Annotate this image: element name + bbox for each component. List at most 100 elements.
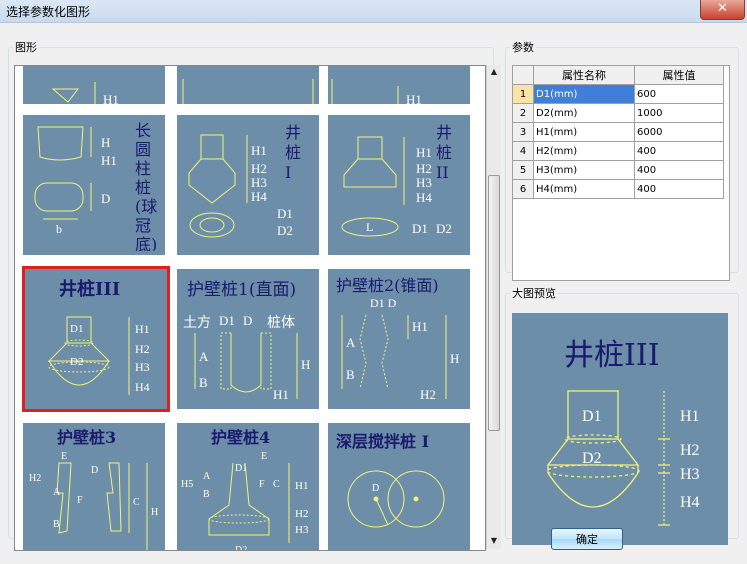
row-index: 4 bbox=[512, 141, 534, 161]
well-pile-1-h4-label: H4 bbox=[251, 189, 267, 204]
param-name[interactable]: H1(mm) bbox=[533, 122, 635, 142]
params-header-row: 属性名称 属性值 bbox=[512, 65, 724, 85]
name-column-header[interactable]: 属性名称 bbox=[533, 65, 635, 85]
well-pile-2-h2-label: H2 bbox=[416, 161, 432, 176]
table-row[interactable]: 3 H1(mm) 6000 bbox=[512, 122, 724, 142]
retaining-pile-3-b-label: B bbox=[53, 519, 60, 530]
close-button[interactable]: ✕ bbox=[700, 0, 745, 20]
scroll-thumb[interactable] bbox=[488, 175, 500, 431]
retaining-pile-4-a-label: A bbox=[203, 471, 211, 482]
param-value[interactable]: 400 bbox=[634, 179, 724, 199]
well-pile-1-d2-label: D2 bbox=[277, 223, 293, 238]
shape-tile-1[interactable]: H1 bbox=[23, 66, 165, 104]
retaining-pile-2-b-label: B bbox=[346, 367, 355, 382]
retaining-pile-1-a-label: A bbox=[199, 349, 209, 364]
long-round-pile-drawing: H H1 D b 长圆柱桩(球冠底) bbox=[34, 121, 158, 251]
long-round-pile-title: 长圆柱桩(球冠底) bbox=[135, 121, 158, 251]
scroll-up-icon[interactable]: ▲ bbox=[487, 65, 501, 79]
preview-d1-label: D1 bbox=[582, 408, 602, 425]
param-value[interactable]: 400 bbox=[634, 160, 724, 180]
preview-h4-label: H4 bbox=[680, 494, 700, 511]
retaining-pile-3-f-label: F bbox=[77, 495, 83, 506]
well-pile-3-d1-label: D1 bbox=[70, 323, 83, 335]
table-row[interactable]: 5 H3(mm) 400 bbox=[512, 160, 724, 180]
well-pile-2-title: 井桩II bbox=[436, 123, 453, 182]
shape-1-h1-label: H1 bbox=[103, 92, 119, 104]
param-name[interactable]: H3(mm) bbox=[533, 160, 635, 180]
retaining-pile-4-e-label: E bbox=[261, 451, 267, 462]
retaining-pile-1-title: 护壁桩1(直面) bbox=[187, 280, 296, 300]
preview-h2-label: H2 bbox=[680, 442, 700, 459]
retaining-pile-1-b-label: B bbox=[199, 375, 208, 390]
shape-tile-long-round-pile[interactable]: H H1 D b 长圆柱桩(球冠底) bbox=[23, 115, 165, 255]
retaining-pile-4-title: 护壁桩4 bbox=[211, 428, 270, 447]
retaining-pile-3-e-label: E bbox=[61, 451, 67, 462]
shape-tile-deep-mixing-pile-1[interactable]: 深层搅拌桩 I D bbox=[328, 423, 470, 550]
param-value[interactable]: 1000 bbox=[634, 103, 724, 123]
param-name[interactable]: H2(mm) bbox=[533, 141, 635, 161]
retaining-pile-2-drawing: 护壁桩2(锥面) D1 D A B H1 H H2 bbox=[336, 276, 459, 402]
params-group: 参数 属性名称 属性值 1 D1(mm) 600 2 D2(mm) 1000 3… bbox=[505, 39, 739, 281]
shape-tile-retaining-pile-2[interactable]: 护壁桩2(锥面) D1 D A B H1 H H2 bbox=[328, 269, 470, 409]
param-name[interactable]: D2(mm) bbox=[533, 103, 635, 123]
shape-tile-retaining-pile-1[interactable]: 护壁桩1(直面) 土方 D1 D 桩体 A B H H1 bbox=[177, 269, 319, 409]
table-row[interactable]: 6 H4(mm) 400 bbox=[512, 179, 724, 199]
row-index: 5 bbox=[512, 160, 534, 180]
well-pile-2-drawing: H1 H2 H3 H4 L D1 D2 井桩II bbox=[341, 123, 453, 237]
retaining-pile-4-h3-label: H3 bbox=[295, 524, 309, 536]
long-round-pile-b-label: b bbox=[56, 222, 62, 236]
retaining-pile-1-h1-label: H1 bbox=[273, 387, 289, 402]
ok-button[interactable]: 确定 bbox=[551, 528, 623, 550]
well-pile-3-h1-label: H1 bbox=[135, 322, 150, 336]
shape-tile-well-pile-3[interactable]: 井桩III D1 D2 H1 H2 H3 H4 bbox=[22, 266, 170, 412]
param-name[interactable]: D1(mm) bbox=[533, 84, 635, 104]
retaining-pile-4-f-label: F bbox=[259, 479, 265, 490]
shape-tile-retaining-pile-4[interactable]: 护壁桩4 H5 A B D1 E F C H1 H2 H3 D2 bbox=[177, 423, 319, 551]
well-pile-2-h4-label: H4 bbox=[416, 190, 432, 205]
retaining-pile-3-h-label: H bbox=[151, 507, 158, 518]
scroll-down-icon[interactable]: ▼ bbox=[487, 534, 501, 548]
retaining-pile-3-c-label: C bbox=[133, 497, 140, 508]
deep-mixing-pile-1-d-label: D bbox=[372, 483, 379, 494]
shape-1-drawing: H1 bbox=[51, 82, 119, 104]
retaining-pile-3-a-label: A bbox=[53, 487, 61, 498]
value-column-header[interactable]: 属性值 bbox=[634, 65, 724, 85]
row-index-header bbox=[512, 65, 534, 85]
table-row[interactable]: 4 H2(mm) 400 bbox=[512, 141, 724, 161]
shape-tile-well-pile-2[interactable]: H1 H2 H3 H4 L D1 D2 井桩II bbox=[328, 115, 470, 255]
param-value[interactable]: 400 bbox=[634, 141, 724, 161]
close-icon: ✕ bbox=[717, 1, 728, 16]
params-grid-frame: 属性名称 属性值 1 D1(mm) 600 2 D2(mm) 1000 3 H1… bbox=[512, 65, 730, 281]
gallery-scrollbar[interactable]: ▲ ▼ bbox=[486, 65, 501, 549]
long-round-pile-d-label: D bbox=[101, 191, 110, 206]
shapes-group-label: 图形 bbox=[15, 41, 37, 54]
well-pile-3-h4-label: H4 bbox=[135, 380, 150, 394]
shape-tile-2[interactable] bbox=[177, 66, 319, 104]
shape-tile-3[interactable]: H1 bbox=[328, 66, 470, 104]
shape-tile-retaining-pile-3[interactable]: 护壁桩3 E D H2 A F C H B bbox=[23, 423, 165, 550]
retaining-pile-1-d1-label: D1 bbox=[219, 313, 235, 328]
shape-tile-well-pile-1[interactable]: H1 H2 H3 H4 D1 D2 井桩I bbox=[177, 115, 319, 255]
retaining-pile-3-d-label: D bbox=[91, 465, 98, 476]
well-pile-3-drawing: 井桩III D1 D2 H1 H2 H3 H4 bbox=[47, 278, 150, 395]
retaining-pile-2-h-label: H bbox=[450, 351, 459, 366]
table-row[interactable]: 2 D2(mm) 1000 bbox=[512, 103, 724, 123]
shape-3-h1-label: H1 bbox=[406, 92, 422, 104]
param-value[interactable]: 600 bbox=[634, 84, 724, 104]
retaining-pile-1-h-label: H bbox=[301, 357, 310, 372]
retaining-pile-4-d2-label: D2 bbox=[235, 545, 247, 551]
param-value[interactable]: 6000 bbox=[634, 122, 724, 142]
deep-mixing-pile-1-title: 深层搅拌桩 I bbox=[336, 432, 429, 451]
well-pile-2-h1-label: H1 bbox=[416, 145, 432, 160]
shape-3-drawing: H1 bbox=[331, 79, 422, 104]
row-index: 1 bbox=[512, 84, 534, 104]
preview-h1-label: H1 bbox=[680, 408, 700, 425]
shape-gallery: H1 H1 H H1 D b 长圆柱桩(球冠底) H1 H2 H3 H4 D1 … bbox=[14, 65, 486, 551]
retaining-pile-3-title: 护壁桩3 bbox=[57, 428, 116, 447]
shape-2-drawing bbox=[182, 79, 314, 104]
dialog-body: 图形 H1 H1 H H1 D b 长圆柱桩(球冠底) H1 H2 H3 H4 … bbox=[0, 23, 747, 564]
table-row[interactable]: 1 D1(mm) 600 bbox=[512, 84, 724, 104]
retaining-pile-2-h1-label: H1 bbox=[412, 319, 428, 334]
well-pile-3-d2-label: D2 bbox=[70, 356, 83, 368]
param-name[interactable]: H4(mm) bbox=[533, 179, 635, 199]
